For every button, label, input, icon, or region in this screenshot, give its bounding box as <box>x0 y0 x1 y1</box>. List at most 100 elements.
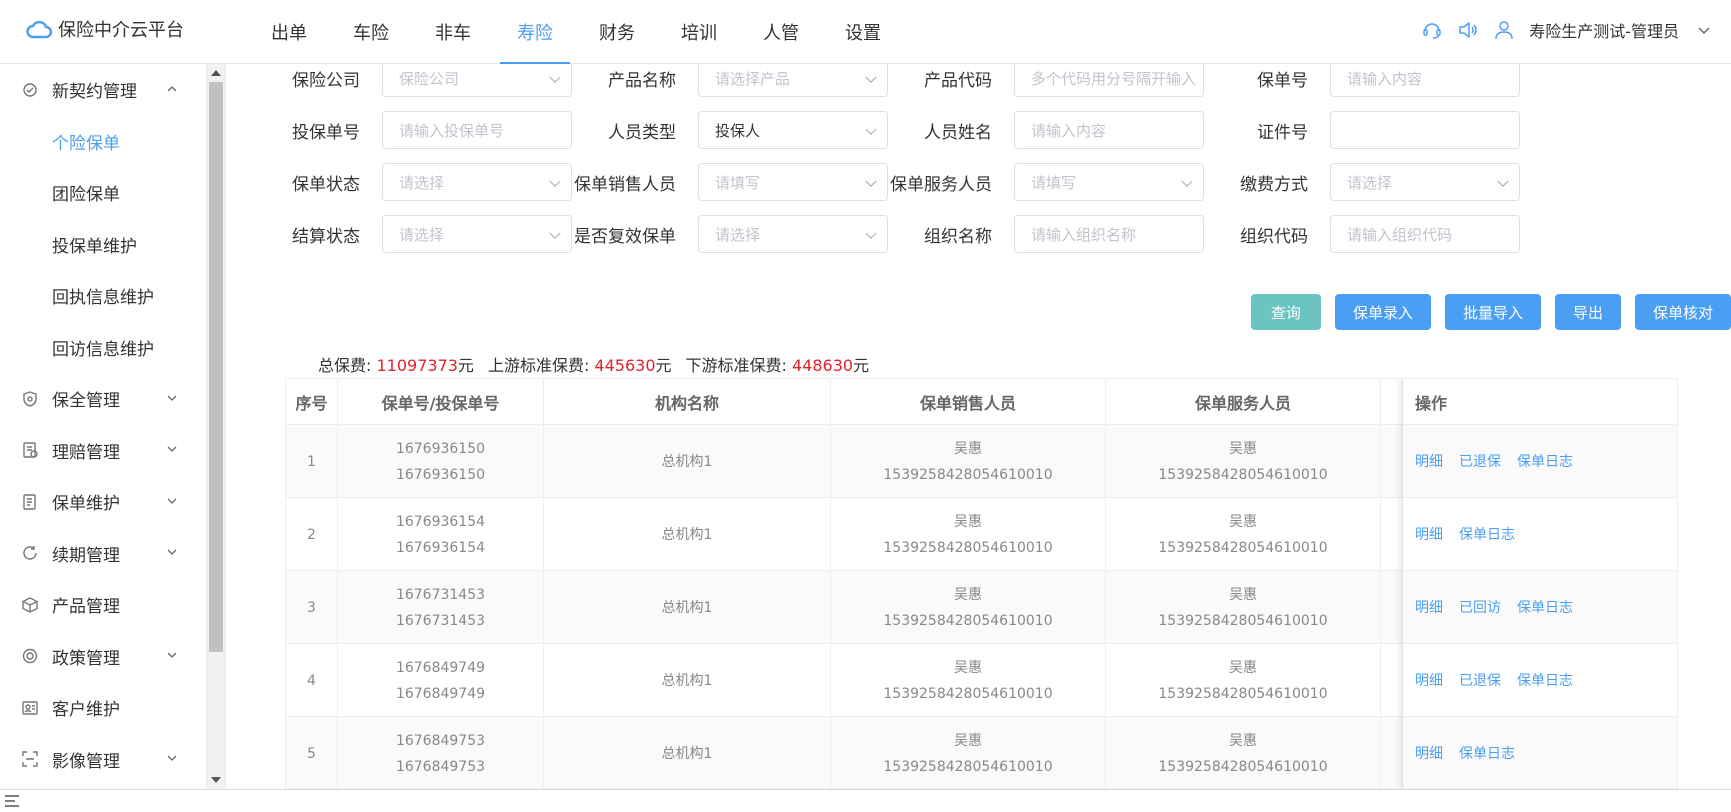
scroll-down-arrow[interactable] <box>211 777 221 783</box>
nav-item[interactable]: 财务 <box>576 0 658 64</box>
cell-hidden <box>1381 425 1403 498</box>
shield-icon <box>20 389 40 409</box>
cell-hidden <box>1381 644 1403 717</box>
sidebar-group-label: 续期管理 <box>52 545 120 566</box>
nav-item[interactable]: 车险 <box>330 0 412 64</box>
sidebar-group[interactable]: 影像管理 <box>0 734 206 786</box>
filter-input[interactable]: 请输入内容 <box>1330 64 1520 97</box>
main-content: 保险公司 保险公司 产品名称 请选择产品 产品代码 多个代码用分号隔开输入 保单号 请输入内容… <box>228 64 1731 789</box>
sidebar-group-new-contract[interactable]: 新契约管理 <box>0 64 206 116</box>
sidebar-group[interactable]: 产品管理 <box>0 579 206 631</box>
nav-item[interactable]: 非车 <box>412 0 494 64</box>
sales-name: 吴惠 <box>954 513 982 530</box>
row-action-link[interactable]: 已退保 <box>1459 449 1501 475</box>
batch-import-button[interactable]: 批量导入 <box>1444 294 1541 330</box>
cell-sales: 吴惠 1539258428054610010 <box>831 425 1106 498</box>
row-action-link[interactable]: 明细 <box>1415 741 1443 767</box>
scroll-up-arrow[interactable] <box>211 70 221 76</box>
main-nav: 出单 车险 非车 寿险 财务 培训 人管 设置 <box>248 0 904 64</box>
service-id: 1539258428054610010 <box>1158 758 1328 775</box>
service-id: 1539258428054610010 <box>1158 685 1328 702</box>
filter-label: 证件号 <box>1257 122 1308 143</box>
sidebar-subitem[interactable]: 团险保单 <box>0 167 206 219</box>
cell-service: 吴惠 1539258428054610010 <box>1106 498 1381 571</box>
application-number: 1676849753 <box>395 758 486 775</box>
sales-id: 1539258428054610010 <box>883 466 1053 483</box>
sales-name: 吴惠 <box>954 732 982 749</box>
cell-service: 吴惠 1539258428054610010 <box>1106 644 1381 717</box>
row-action-link[interactable]: 保单日志 <box>1459 522 1515 548</box>
downstream-premium-label: 下游标准保费: <box>685 356 792 375</box>
renew-icon <box>20 543 40 563</box>
chevron-down-icon[interactable] <box>1693 19 1715 41</box>
row-action-link[interactable]: 明细 <box>1415 522 1443 548</box>
chevron-up-icon <box>166 80 178 100</box>
table-row: 5 1676849753 1676849753 总机构1 吴惠 1539258428054… <box>286 717 1677 788</box>
sidebar-group[interactable]: 续期管理 <box>0 528 206 580</box>
row-action-link[interactable]: 保单日志 <box>1459 741 1515 767</box>
nav-item[interactable]: 设置 <box>822 0 904 64</box>
sidebar-group[interactable]: 理赔管理 <box>0 425 206 477</box>
current-user[interactable]: 寿险生产测试-管理员 <box>1529 18 1679 42</box>
cell-service: 吴惠 1539258428054610010 <box>1106 425 1381 498</box>
cell-sales: 吴惠 1539258428054610010 <box>831 644 1106 717</box>
export-button[interactable]: 导出 <box>1554 294 1621 330</box>
sidebar-group[interactable]: 保单维护 <box>0 476 206 528</box>
table-header: 序号 保单号/投保单号 机构名称 保单销售人员 保单服务人员 操作 <box>286 379 1677 425</box>
user-icon[interactable] <box>1493 19 1515 41</box>
application-number: 1676936154 <box>395 539 486 556</box>
row-action-link[interactable]: 保单日志 <box>1517 449 1573 475</box>
row-action-link[interactable]: 明细 <box>1415 449 1443 475</box>
filter-select[interactable]: 请选择 <box>1330 163 1520 201</box>
headset-icon[interactable] <box>1421 19 1443 41</box>
filter-input[interactable]: 请输入组织代码 <box>1330 215 1520 253</box>
speaker-icon[interactable] <box>1457 19 1479 41</box>
policy-number: 1676936154 <box>395 513 486 530</box>
sales-name: 吴惠 <box>954 440 982 457</box>
sidebar-scrollbar[interactable] <box>206 64 226 789</box>
action-buttons: 查询 保单录入 批量导入 导出 保单核对 <box>1250 294 1731 330</box>
column-header-ops: 操作 <box>1415 394 1448 413</box>
service-id: 1539258428054610010 <box>1158 539 1328 556</box>
sidebar-subitem[interactable]: 回执信息维护 <box>0 270 206 322</box>
sidebar-group[interactable]: 政策管理 <box>0 631 206 683</box>
row-action-link[interactable]: 明细 <box>1415 668 1443 694</box>
sidebar-group-label: 新契约管理 <box>52 82 137 103</box>
menu-icon[interactable] <box>4 794 20 812</box>
row-action-link[interactable]: 已退保 <box>1459 668 1501 694</box>
row-action-link[interactable]: 明细 <box>1415 595 1443 621</box>
sidebar-group-label: 理赔管理 <box>52 442 120 463</box>
scrollbar-thumb[interactable] <box>209 82 223 652</box>
nav-item[interactable]: 寿险 <box>494 0 576 64</box>
cell-hidden <box>1381 717 1403 788</box>
sales-id: 1539258428054610010 <box>883 758 1053 775</box>
policy-icon <box>20 646 40 666</box>
policy-entry-button[interactable]: 保单录入 <box>1334 294 1431 330</box>
policy-verify-button[interactable]: 保单核对 <box>1634 294 1731 330</box>
filter-label: 缴费方式 <box>1240 174 1308 195</box>
service-name: 吴惠 <box>1229 732 1257 749</box>
column-header-service: 保单服务人员 <box>1106 379 1381 425</box>
nav-item[interactable]: 培训 <box>658 0 740 64</box>
sidebar-subitem[interactable]: 个险保单 <box>0 116 206 168</box>
chevron-down-icon <box>166 749 178 769</box>
nav-item[interactable]: 出单 <box>248 0 330 64</box>
row-action-link[interactable]: 保单日志 <box>1517 668 1573 694</box>
claim-icon <box>20 440 40 460</box>
row-action-link[interactable]: 保单日志 <box>1517 595 1573 621</box>
app-logo[interactable]: 保险中介云平台 <box>26 16 184 42</box>
nav-item[interactable]: 人管 <box>740 0 822 64</box>
search-button[interactable]: 查询 <box>1250 294 1321 330</box>
cloud-icon <box>26 18 52 40</box>
sidebar-group[interactable]: 客户维护 <box>0 682 206 734</box>
filter-field: 请输入内容 <box>1330 64 1520 98</box>
cell-policy: 1676849749 1676849749 <box>338 644 544 717</box>
sidebar-subitem[interactable]: 回访信息维护 <box>0 322 206 374</box>
sidebar-group[interactable]: 保全管理 <box>0 373 206 425</box>
row-action-link[interactable]: 已回访 <box>1459 595 1501 621</box>
cell-sales: 吴惠 1539258428054610010 <box>831 571 1106 644</box>
filter-label-wrap: 组织代码 <box>228 214 1320 254</box>
document-icon <box>20 492 40 512</box>
sidebar-subitem[interactable]: 投保单维护 <box>0 219 206 271</box>
filter-input[interactable] <box>1330 111 1520 149</box>
